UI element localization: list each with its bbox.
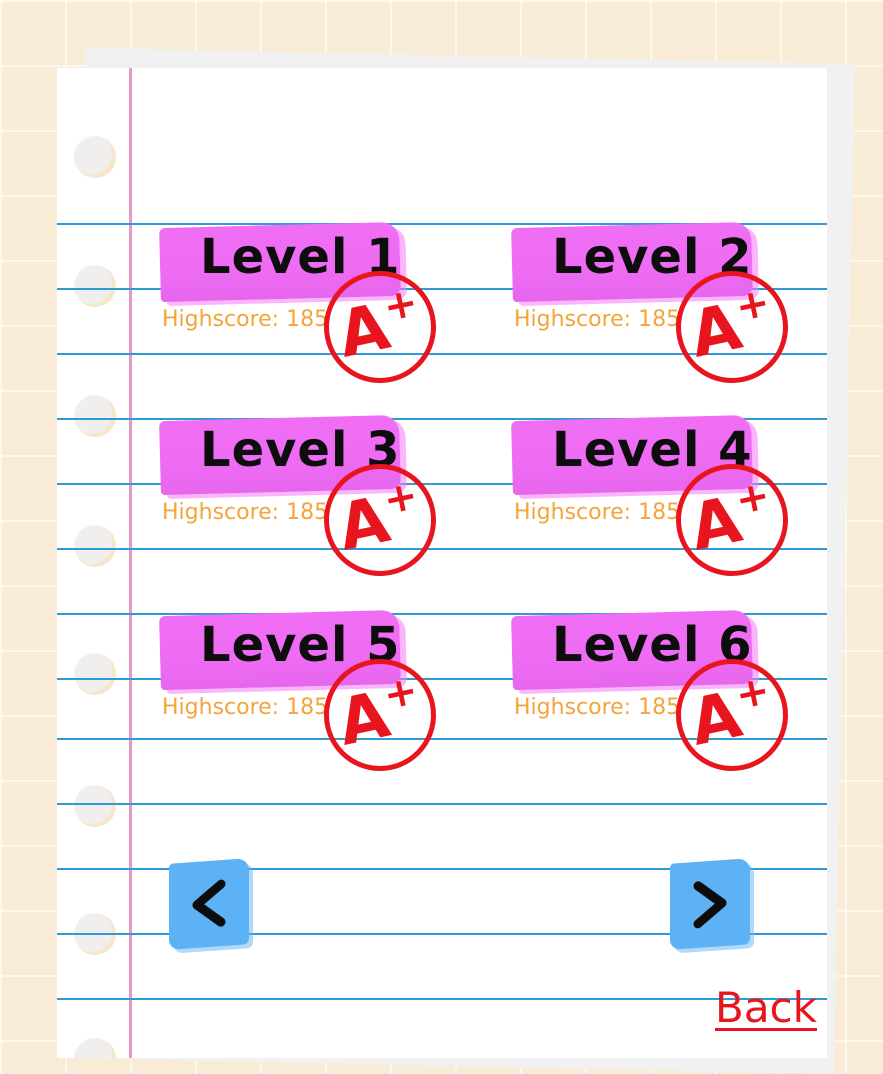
chevron-right-icon	[693, 881, 727, 929]
highscore-label: Highscore: 185	[514, 500, 681, 525]
binder-hole	[74, 785, 116, 827]
highscore-label: Highscore: 185	[162, 695, 329, 720]
level-1-button[interactable]: Level 1 Highscore: 185 A+	[159, 221, 460, 394]
back-button[interactable]: Back	[715, 983, 817, 1032]
notebook-page: Level 1 Highscore: 185 A+ Level 2 Highsc…	[57, 68, 827, 1058]
highscore-label: Highscore: 185	[162, 307, 329, 332]
binder-hole	[74, 265, 116, 307]
highscore-label: Highscore: 185	[162, 500, 329, 525]
highscore-label: Highscore: 185	[514, 307, 681, 332]
rule-line	[57, 803, 827, 805]
level-6-button[interactable]: Level 6 Highscore: 185 A+	[511, 609, 812, 782]
rule-line	[57, 998, 827, 1000]
level-4-button[interactable]: Level 4 Highscore: 185 A+	[511, 414, 812, 587]
binder-hole	[74, 395, 116, 437]
level-2-button[interactable]: Level 2 Highscore: 185 A+	[511, 221, 812, 394]
binder-hole	[74, 653, 116, 695]
binder-hole	[74, 525, 116, 567]
highscore-label: Highscore: 185	[514, 695, 681, 720]
binder-hole	[74, 136, 116, 178]
level-3-button[interactable]: Level 3 Highscore: 185 A+	[159, 414, 460, 587]
chevron-left-icon	[192, 879, 226, 927]
prev-page-button[interactable]	[169, 858, 249, 950]
binder-hole	[74, 1038, 116, 1058]
margin-line	[129, 68, 132, 1058]
level-5-button[interactable]: Level 5 Highscore: 185 A+	[159, 609, 460, 782]
next-page-button[interactable]	[670, 858, 750, 950]
